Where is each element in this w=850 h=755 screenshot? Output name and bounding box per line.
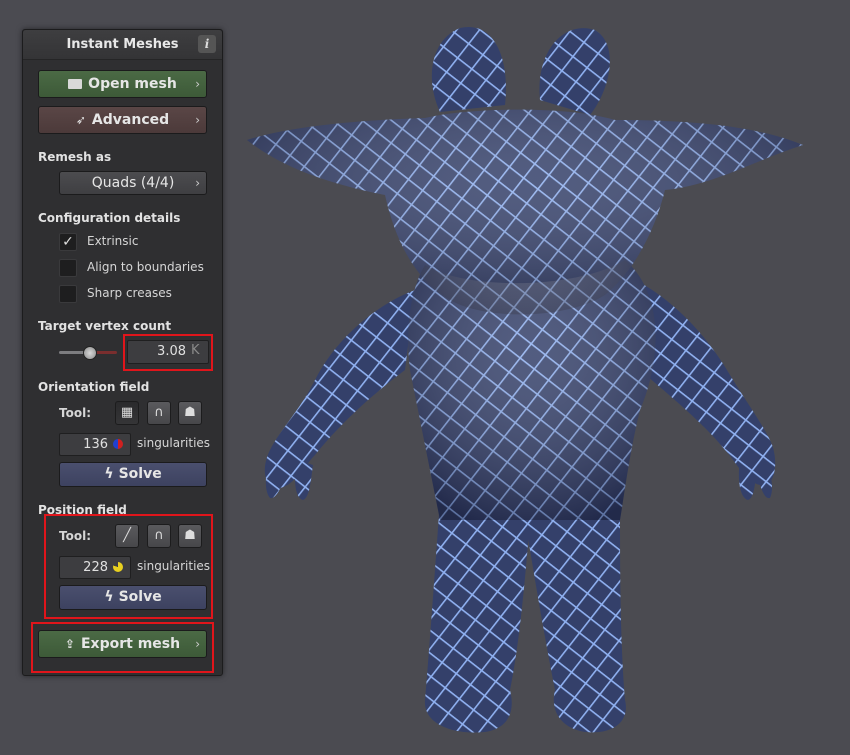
mesh-model — [235, 20, 815, 744]
advanced-label: Advanced — [91, 112, 170, 128]
align-boundaries-checkbox[interactable] — [59, 259, 77, 277]
position-field-highlight — [44, 514, 213, 619]
open-mesh-button[interactable]: Open mesh › — [38, 70, 207, 98]
comb-icon[interactable]: ▦ — [115, 401, 139, 425]
remesh-as-dropdown[interactable]: Quads (4/4) › — [59, 171, 207, 195]
advanced-button[interactable]: ➶ Advanced › — [38, 106, 207, 134]
orientation-solve-label: Solve — [118, 466, 162, 482]
extrinsic-label: Extrinsic — [87, 234, 139, 248]
open-mesh-label: Open mesh — [88, 76, 177, 92]
orientation-singularities-value: 136 — [83, 437, 108, 452]
panel-title: Instant Meshes — [66, 37, 179, 52]
chevron-right-icon: › — [195, 77, 200, 91]
remesh-as-value: Quads (4/4) — [91, 175, 175, 191]
chevron-right-icon: › — [195, 113, 200, 127]
folder-icon — [68, 79, 83, 89]
panel-titlebar[interactable]: Instant Meshes i — [23, 30, 222, 60]
orientation-solve-button[interactable]: ϟ Solve — [59, 462, 207, 487]
orientation-singularity-icon — [113, 439, 123, 449]
vertex-count-slider-handle[interactable] — [83, 346, 97, 360]
bolt-icon: ϟ — [104, 466, 114, 482]
rocket-icon: ➶ — [75, 113, 86, 127]
3d-viewport[interactable]: Instant Meshes i Open mesh › ➶ Advanced ›… — [0, 0, 850, 755]
ghost-icon[interactable]: ☗ — [178, 401, 202, 425]
orientation-singularities-label: singularities — [137, 436, 211, 450]
remesh-as-label: Remesh as — [38, 150, 112, 164]
extrinsic-checkbox[interactable]: ✓ — [59, 233, 77, 251]
configuration-details-label: Configuration details — [38, 211, 181, 225]
sharp-creases-checkbox[interactable] — [59, 285, 77, 303]
magnet-icon[interactable]: ∩ — [147, 401, 171, 425]
orientation-field-label: Orientation field — [38, 380, 150, 394]
info-icon[interactable]: i — [198, 35, 216, 53]
align-boundaries-label: Align to boundaries — [87, 260, 204, 274]
remeshed-character-mesh — [247, 26, 803, 733]
target-count-highlight — [123, 334, 213, 371]
orientation-tool-label: Tool: — [59, 406, 91, 420]
target-vertex-count-label: Target vertex count — [38, 319, 172, 333]
export-mesh-highlight — [31, 622, 214, 673]
chevron-right-icon: › — [195, 176, 200, 190]
sharp-creases-label: Sharp creases — [87, 286, 172, 300]
